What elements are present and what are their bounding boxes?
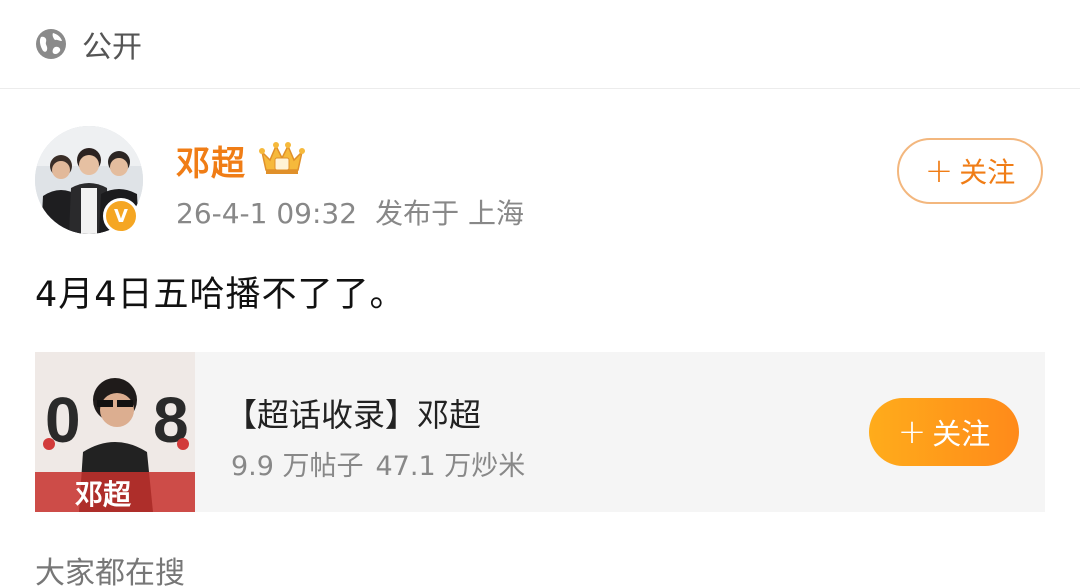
- super-topic-stats: 9.9 万帖子 47.1 万炒米: [231, 444, 525, 483]
- post-meta: 26-4-1 09:32 发布于 上海: [176, 192, 524, 232]
- author-name[interactable]: 邓超: [176, 136, 246, 185]
- plus-icon: +: [897, 412, 927, 452]
- super-topic-thumbnail: 0 8 邓超: [35, 352, 195, 512]
- visibility-bar: 公开: [0, 0, 1080, 88]
- super-topic-card[interactable]: 0 8 邓超 【超话收录】邓超 9.9 万帖子 47.1 万炒米 + 关注: [35, 352, 1045, 512]
- fans-count: 47.1 万炒米: [375, 451, 526, 482]
- verified-badge: V: [103, 198, 139, 234]
- super-topic-follow-button[interactable]: + 关注: [869, 398, 1019, 466]
- plus-icon: +: [924, 151, 954, 191]
- follow-label: 关注: [959, 156, 1016, 189]
- follow-button[interactable]: + 关注: [897, 138, 1043, 204]
- trending-search-title: 大家都在搜: [35, 556, 185, 588]
- thumb-name-text: 邓超: [75, 478, 132, 511]
- crown-icon: [259, 142, 305, 174]
- post-location: 发布于 上海: [375, 197, 524, 230]
- super-topic-follow-label: 关注: [932, 417, 991, 451]
- post-time: 26-4-1 09:32: [176, 197, 358, 230]
- visibility-label[interactable]: 公开: [82, 22, 142, 66]
- super-topic-title: 【超话收录】邓超: [225, 396, 482, 434]
- post-text: 4月4日五哈播不了了。: [35, 275, 406, 315]
- globe-icon: [36, 29, 66, 59]
- posts-count: 9.9 万帖子: [231, 451, 364, 482]
- divider: [0, 88, 1080, 89]
